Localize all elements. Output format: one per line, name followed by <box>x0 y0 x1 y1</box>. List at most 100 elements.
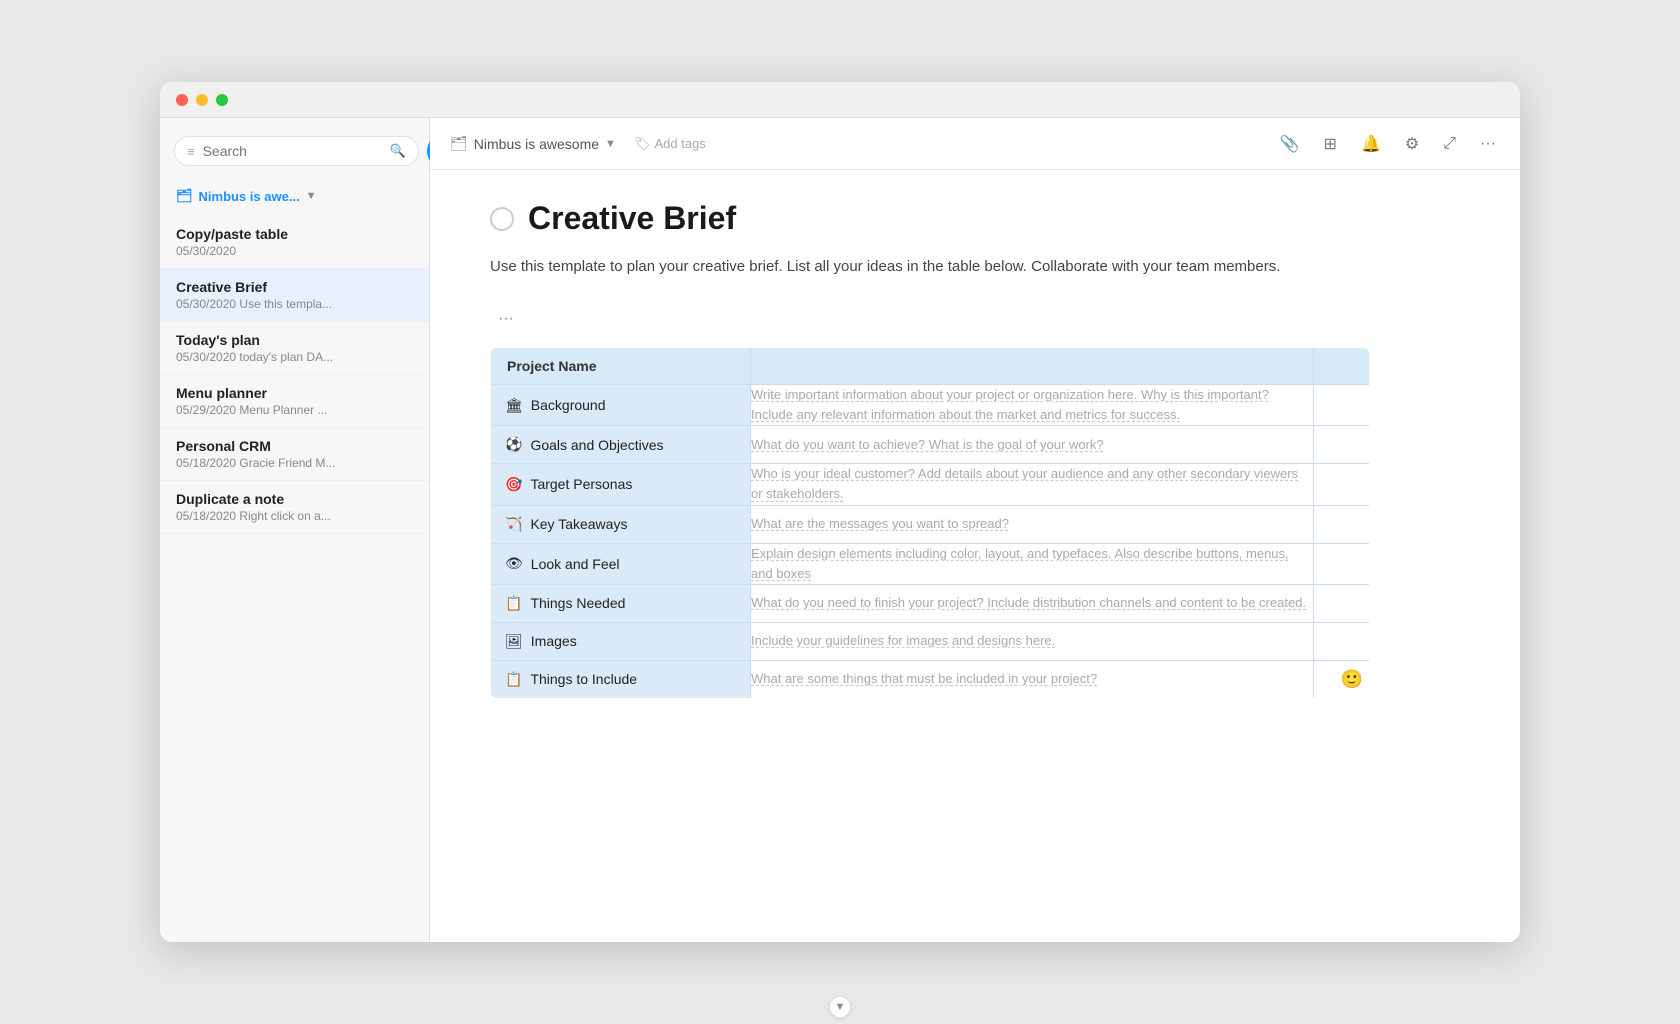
things-include-placeholder: What are some things that must be includ… <box>751 671 1097 686</box>
sidebar: ≡ 🔍 + 🗂 Nimbus is awe... ▼ Copy/paste ta… <box>160 118 430 942</box>
topbar: 🗂 Nimbus is awesome ▼ 🏷 Add tags 📎 ⊞ 🔔 ⚙… <box>430 118 1520 170</box>
breadcrumb-dropdown-icon[interactable]: ▼ <box>605 138 616 150</box>
doc-status-circle[interactable] <box>490 207 514 231</box>
search-icon: 🔍 <box>390 143 406 159</box>
value-cell-look-feel[interactable]: Explain design elements including color,… <box>751 543 1314 584</box>
minimize-dot[interactable] <box>196 94 208 106</box>
things-needed-placeholder: What do you need to finish your project?… <box>751 595 1306 610</box>
extra-cell-takeaways <box>1314 505 1370 543</box>
col-header-name: Project Name <box>491 348 751 385</box>
extra-cell-things-include: 🙂 <box>1314 660 1370 698</box>
app-window: ≡ 🔍 + 🗂 Nimbus is awe... ▼ Copy/paste ta… <box>160 82 1520 942</box>
app-body: ≡ 🔍 + 🗂 Nimbus is awe... ▼ Copy/paste ta… <box>160 118 1520 942</box>
things-include-icon: 📋 <box>505 671 522 688</box>
brief-table: Project Name 🏛 Background <box>490 347 1370 699</box>
label-cell-takeaways: 🏹 Key Takeaways <box>491 505 751 543</box>
add-tags-label: Add tags <box>654 136 705 151</box>
label-cell-things-needed: 📋 Things Needed <box>491 584 751 622</box>
label-cell-goals: ⚽ Goals and Objectives <box>491 426 751 464</box>
extra-cell-goals <box>1314 426 1370 464</box>
label-cell-target: 🎯 Target Personas <box>491 464 751 505</box>
table-row-things-needed: 📋 Things Needed What do you need to fini… <box>491 584 1370 622</box>
note-item-duplicate[interactable]: Duplicate a note 05/18/2020 Right click … <box>160 481 429 534</box>
label-cell-things-include: 📋 Things to Include <box>491 660 751 698</box>
more-icon[interactable]: ··· <box>1476 131 1500 157</box>
images-placeholder: Include your guidelines for images and d… <box>751 633 1055 648</box>
things-needed-icon: 📋 <box>505 595 522 612</box>
table-row-target: 🎯 Target Personas Who is your ideal cust… <box>491 464 1370 505</box>
table-row-things-include: 📋 Things to Include What are some things… <box>491 660 1370 698</box>
table-header-row: Project Name <box>491 348 1370 385</box>
look-feel-label: Look and Feel <box>531 556 620 572</box>
breadcrumb-icon: 🗂 <box>450 135 468 152</box>
note-item-personal-crm[interactable]: Personal CRM 05/18/2020 Gracie Friend M.… <box>160 428 429 481</box>
extra-cell-things-needed <box>1314 584 1370 622</box>
target-label: Target Personas <box>530 476 632 492</box>
table-row-look-feel: 👁 Look and Feel Explain design elements … <box>491 543 1370 584</box>
goals-label: Goals and Objectives <box>530 437 663 453</box>
value-cell-images[interactable]: Include your guidelines for images and d… <box>751 622 1314 660</box>
breadcrumb: 🗂 Nimbus is awesome ▼ <box>450 135 616 152</box>
images-label: Images <box>531 633 577 649</box>
doc-description: Use this template to plan your creative … <box>490 255 1350 279</box>
value-cell-things-needed[interactable]: What do you need to finish your project?… <box>751 584 1314 622</box>
close-dot[interactable] <box>176 94 188 106</box>
maximize-dot[interactable] <box>216 94 228 106</box>
table-row-takeaways: 🏹 Key Takeaways What are the messages yo… <box>491 505 1370 543</box>
workspace-icon: 🗂 <box>176 188 193 204</box>
col-header-value <box>751 348 1314 385</box>
table-row-background: 🏛 Background Write important information… <box>491 385 1370 426</box>
value-cell-background[interactable]: Write important information about your p… <box>751 385 1314 426</box>
emoji-reaction-icon[interactable]: 🙂 <box>1341 669 1363 690</box>
attach-icon[interactable]: 📎 <box>1276 130 1304 158</box>
takeaways-icon: 🏹 <box>505 516 522 533</box>
extra-cell-images <box>1314 622 1370 660</box>
doc-title-row: Creative Brief <box>490 200 1460 237</box>
document-area: Creative Brief Use this template to plan… <box>430 170 1520 942</box>
goals-icon: ⚽ <box>505 436 522 453</box>
extra-cell-target <box>1314 464 1370 505</box>
tag-icon: 🏷 <box>634 136 651 152</box>
look-feel-icon: 👁 <box>505 555 523 572</box>
things-include-label: Things to Include <box>530 671 637 687</box>
breadcrumb-text: Nimbus is awesome <box>474 136 599 152</box>
search-box[interactable]: ≡ 🔍 <box>174 136 419 166</box>
grid-icon[interactable]: ⊞ <box>1320 130 1341 158</box>
workspace-dropdown-icon: ▼ <box>306 190 317 202</box>
background-placeholder: Write important information about your p… <box>751 387 1269 422</box>
takeaways-placeholder: What are the messages you want to spread… <box>751 516 1009 531</box>
background-label: Background <box>531 397 606 413</box>
note-item-copy-paste[interactable]: Copy/paste table 05/30/2020 <box>160 216 429 269</box>
note-item-todays-plan[interactable]: Today's plan 05/30/2020 today's plan DA.… <box>160 322 429 375</box>
expand-icon[interactable]: ⤢ <box>1439 131 1460 157</box>
table-row-images: 🖼 Images Include your guidelines for ima… <box>491 622 1370 660</box>
workspace-name: Nimbus is awe... <box>199 189 300 204</box>
value-cell-takeaways[interactable]: What are the messages you want to spread… <box>751 505 1314 543</box>
more-options-button[interactable]: ··· <box>490 303 522 335</box>
label-cell-look-feel: 👁 Look and Feel <box>491 543 751 584</box>
titlebar <box>160 82 1520 118</box>
look-feel-placeholder: Explain design elements including color,… <box>751 546 1289 581</box>
things-needed-label: Things Needed <box>530 595 625 611</box>
workspace-label[interactable]: 🗂 Nimbus is awe... ▼ <box>160 184 429 216</box>
add-tags-button[interactable]: 🏷 Add tags <box>626 132 714 156</box>
topbar-actions: 📎 ⊞ 🔔 ⚙ ⤢ ··· <box>1276 130 1500 158</box>
note-item-creative-brief[interactable]: Creative Brief 05/30/2020 Use this templ… <box>160 269 429 322</box>
label-cell-background: 🏛 Background <box>491 385 751 426</box>
table-row-goals: ⚽ Goals and Objectives What do you want … <box>491 426 1370 464</box>
col-header-extra <box>1314 348 1370 385</box>
filter-icon: ≡ <box>187 144 195 159</box>
note-item-menu-planner[interactable]: Menu planner 05/29/2020 Menu Planner ... <box>160 375 429 428</box>
search-input[interactable] <box>203 143 384 159</box>
bell-icon[interactable]: 🔔 <box>1357 130 1385 158</box>
takeaways-label: Key Takeaways <box>530 516 627 532</box>
main-content: 🗂 Nimbus is awesome ▼ 🏷 Add tags 📎 ⊞ 🔔 ⚙… <box>430 118 1520 942</box>
background-icon: 🏛 <box>505 397 523 414</box>
value-cell-goals[interactable]: What do you want to achieve? What is the… <box>751 426 1314 464</box>
notes-list: Copy/paste table 05/30/2020 Creative Bri… <box>160 216 429 926</box>
value-cell-target[interactable]: Who is your ideal customer? Add details … <box>751 464 1314 505</box>
sidebar-top: ≡ 🔍 + <box>160 134 429 184</box>
extra-cell-look-feel: ▼ <box>1314 543 1370 584</box>
value-cell-things-include[interactable]: What are some things that must be includ… <box>751 660 1314 698</box>
share-icon[interactable]: ⚙ <box>1401 130 1423 158</box>
